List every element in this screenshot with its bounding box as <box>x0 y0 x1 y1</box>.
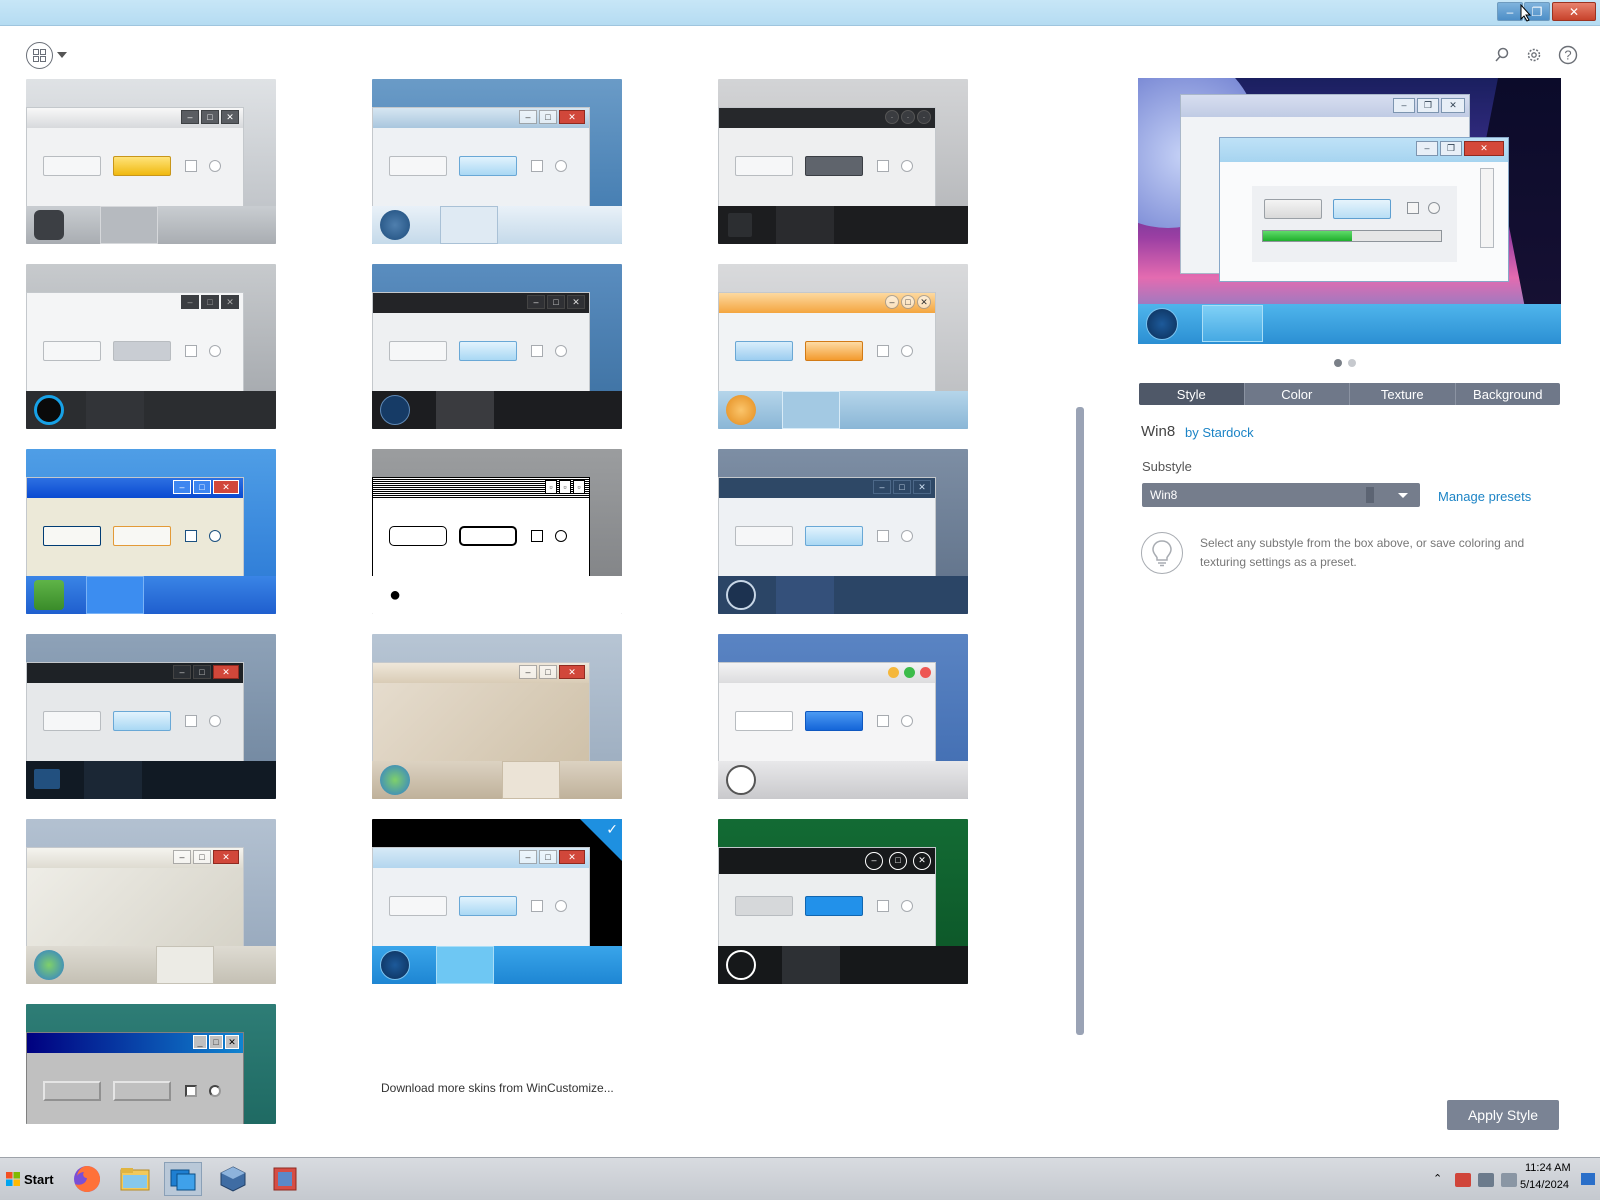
help-icon[interactable]: ? <box>1558 45 1578 65</box>
tab-texture[interactable]: Texture <box>1349 383 1455 405</box>
skin-thumbnail[interactable]: – □ ✕ <box>718 264 968 429</box>
windows-start-orb-icon <box>1146 308 1178 340</box>
lightbulb-icon <box>1141 532 1183 574</box>
substyle-tip: Select any substyle from the box above, … <box>1200 536 1525 569</box>
registry-editor-icon[interactable] <box>266 1162 304 1196</box>
preview-checkbox <box>1407 202 1419 214</box>
skin-thumbnail[interactable]: – □ ✕ <box>26 264 276 429</box>
preview-minimize-icon: – <box>1416 141 1438 156</box>
show-desktop-icon[interactable] <box>1581 1173 1595 1185</box>
pager-dot[interactable] <box>1348 359 1356 367</box>
mouse-cursor-icon <box>1520 4 1532 22</box>
preview-button-default <box>1333 199 1391 219</box>
windowblinds-icon[interactable] <box>164 1162 202 1196</box>
chevron-down-icon <box>1398 493 1408 498</box>
firefox-icon[interactable] <box>68 1162 106 1196</box>
svg-text:?: ? <box>1564 48 1571 63</box>
title-bar: – ❐ ✕ <box>0 0 1600 26</box>
skin-thumbnail[interactable]: – □ ✕ <box>26 449 276 614</box>
substyle-value: Win8 <box>1150 488 1178 502</box>
apply-style-button[interactable]: Apply Style <box>1447 1100 1559 1130</box>
search-icon[interactable] <box>1492 45 1512 65</box>
skin-preview: – ❐ ✕ – ❐ ✕ <box>1138 78 1561 344</box>
skin-thumbnail[interactable]: – □ ✕ <box>718 819 968 984</box>
skin-thumbnail-selected[interactable]: – □ ✕ ✓ <box>372 819 622 984</box>
skin-thumbnail[interactable]: – □ ✕ <box>372 79 622 244</box>
close-button[interactable]: ✕ <box>1552 2 1596 21</box>
preview-front-window: – ❐ ✕ <box>1219 137 1509 282</box>
skin-thumbnail[interactable]: · · · <box>718 79 968 244</box>
windowblinds-app: – ❐ ✕ ? – □ ✕ – □ ✕ · · · – □ ✕ – □ ✕ – … <box>0 0 1600 1200</box>
windows-logo-icon <box>6 1172 20 1186</box>
clock-date[interactable]: 5/14/2024 <box>1520 1179 1569 1191</box>
skin-thumbnail[interactable]: – □ ✕ <box>26 634 276 799</box>
network-icon[interactable] <box>1478 1173 1494 1187</box>
skin-thumbnail[interactable]: – □ ✕ <box>372 264 622 429</box>
preview-maximize-icon: ❐ <box>1440 141 1462 156</box>
action-center-icon[interactable] <box>1455 1173 1471 1187</box>
gear-icon[interactable] <box>1524 45 1544 65</box>
layout-menu-button[interactable] <box>26 41 70 69</box>
skin-thumbnail[interactable]: – □ ✕ <box>372 634 622 799</box>
chevron-down-icon <box>57 52 67 58</box>
checkmark-icon: ✓ <box>606 821 618 837</box>
skin-thumbnail[interactable]: – □ ✕ <box>26 79 276 244</box>
os-taskbar: Start ⌃ 11:24 AM 5/14/2024 <box>0 1157 1600 1200</box>
file-explorer-icon[interactable] <box>116 1162 154 1196</box>
tab-style[interactable]: Style <box>1139 383 1244 405</box>
tab-background[interactable]: Background <box>1454 383 1561 405</box>
preview-scrollbar <box>1480 168 1494 248</box>
chevron-up-icon[interactable]: ⌃ <box>1433 1172 1449 1186</box>
pager-dot-active[interactable] <box>1334 359 1342 367</box>
download-more-skins-link[interactable]: Download more skins from WinCustomize... <box>381 1081 614 1095</box>
preview-controls-panel <box>1252 186 1457 262</box>
substyle-dropdown[interactable]: Win8 <box>1142 483 1420 507</box>
layout-grid-icon <box>26 41 53 69</box>
settings-tabs: Style Color Texture Background <box>1139 383 1560 405</box>
skin-thumbnail[interactable] <box>718 634 968 799</box>
preview-progress-bar <box>1262 230 1442 242</box>
dropdown-separator <box>1366 487 1374 503</box>
preview-taskbar <box>1138 304 1561 344</box>
substyle-label: Substyle <box>1142 459 1192 474</box>
virtualbox-icon[interactable] <box>214 1162 252 1196</box>
start-button[interactable]: Start <box>2 1165 54 1193</box>
skin-thumbnail[interactable]: – □ ✕ <box>718 449 968 614</box>
preview-radio <box>1428 202 1440 214</box>
skin-thumbnail[interactable]: – □ ✕ <box>26 819 276 984</box>
tab-color[interactable]: Color <box>1243 383 1350 405</box>
preview-button-normal <box>1264 199 1322 219</box>
clock-time[interactable]: 11:24 AM <box>1525 1162 1571 1174</box>
preview-taskbar-button <box>1202 305 1263 342</box>
volume-icon[interactable] <box>1501 1173 1517 1187</box>
preview-pager[interactable] <box>1334 359 1356 367</box>
gallery-scrollbar[interactable] <box>1076 407 1084 1035</box>
skin-name: Win8 <box>1141 423 1176 440</box>
manage-presets-link[interactable]: Manage presets <box>1438 489 1531 504</box>
start-label: Start <box>24 1171 54 1187</box>
skin-thumbnail[interactable]: _ □ ✕ <box>26 1004 276 1124</box>
system-tray: ⌃ <box>1425 1164 1600 1196</box>
skin-author-link[interactable]: by Stardock <box>1185 425 1254 440</box>
preview-close-icon: ✕ <box>1464 141 1504 156</box>
skin-thumbnail[interactable]: ▫ ▫ ▫ ● <box>372 449 622 614</box>
